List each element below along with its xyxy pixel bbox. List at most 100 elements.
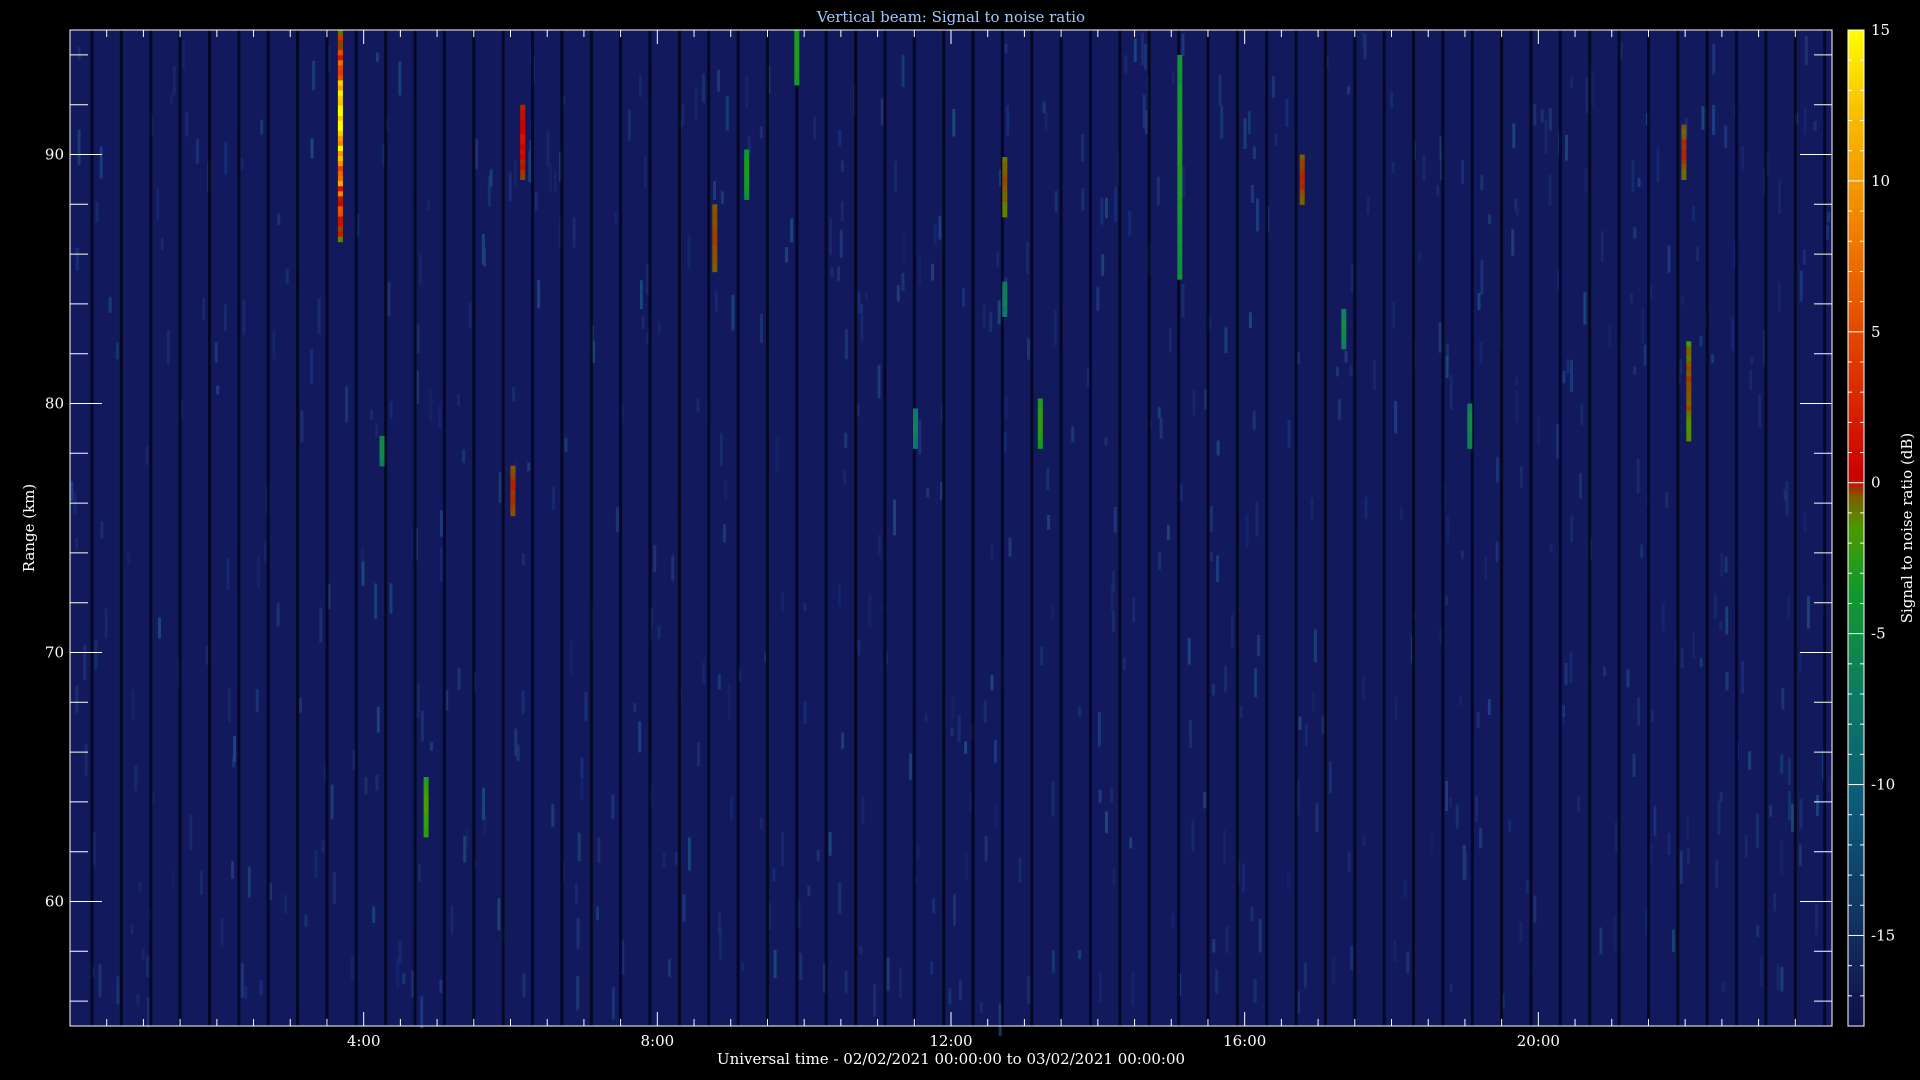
noise-streak: [1741, 661, 1744, 693]
data-gap-stripe: [648, 30, 652, 1026]
noise-streak: [1255, 501, 1259, 537]
echo-event-cell: [1037, 433, 1043, 439]
noise-streak: [584, 692, 588, 722]
echo-event-cell: [1177, 134, 1183, 141]
noise-streak: [1631, 159, 1635, 192]
noise-streak: [1203, 792, 1207, 809]
echo-event-cell: [1002, 186, 1008, 193]
data-gap-stripe: [1676, 30, 1680, 1026]
noise-streak: [202, 297, 206, 320]
noise-streak: [1828, 775, 1832, 792]
noise-streak: [697, 742, 700, 767]
noise-streak: [1637, 178, 1641, 187]
echo-event: [1002, 157, 1008, 218]
noise-streak: [1129, 837, 1133, 849]
echo-event-cell: [337, 236, 343, 243]
noise-streak: [199, 870, 203, 896]
noise-streak: [724, 479, 728, 502]
noise-streak: [1241, 863, 1245, 892]
noise-streak: [1653, 806, 1657, 837]
echo-event-cell: [337, 150, 343, 157]
echo-event-cell: [337, 191, 343, 197]
echo-event-cell: [913, 423, 918, 429]
x-tick-label: 20:00: [1517, 1032, 1560, 1050]
noise-streak: [1078, 706, 1082, 717]
data-gap-stripe: [266, 30, 270, 1026]
echo-event-cell: [423, 821, 429, 828]
noise-streak: [1717, 801, 1721, 835]
noise-streak: [1459, 695, 1463, 706]
noise-streak: [70, 481, 74, 501]
noise-streak: [1350, 263, 1354, 294]
echo-event-cell: [1177, 179, 1183, 185]
noise-streak: [860, 314, 864, 341]
noise-streak: [298, 697, 302, 714]
noise-streak: [1679, 851, 1683, 884]
echo-event-cell: [520, 139, 526, 146]
echo-event-cell: [1467, 443, 1473, 449]
noise-streak: [1224, 327, 1228, 354]
noise-streak: [255, 688, 259, 713]
noise-streak: [1081, 188, 1085, 211]
echo-event-cell: [1177, 234, 1183, 240]
noise-streak: [1372, 359, 1376, 390]
echo-event-cell: [1681, 164, 1687, 171]
echo-event-cell: [423, 777, 429, 783]
echo-event-cell: [1681, 149, 1687, 156]
echo-event-cell: [423, 806, 429, 813]
data-gap-stripe: [589, 30, 593, 1026]
noise-streak: [1773, 892, 1777, 912]
echo-event-cell: [1177, 139, 1183, 146]
noise-streak: [1827, 212, 1830, 223]
noise-streak: [662, 853, 666, 867]
echo-event-cell: [1681, 134, 1687, 141]
noise-streak: [576, 975, 580, 1011]
noise-streak: [1475, 796, 1479, 822]
echo-event-cell: [794, 69, 800, 76]
noise-streak: [894, 160, 898, 193]
data-gap-stripe: [766, 30, 769, 1026]
echo-event-cell: [1341, 343, 1347, 350]
noise-streak: [1813, 120, 1817, 132]
noise-streak: [714, 291, 718, 312]
noise-streak: [376, 706, 380, 733]
noise-streak: [1780, 754, 1784, 774]
noise-streak: [1191, 820, 1195, 852]
echo-event-cell: [913, 438, 918, 444]
noise-streak: [402, 972, 406, 984]
noise-streak: [759, 817, 763, 830]
noise-streak: [1366, 198, 1370, 215]
noise-streak: [1680, 295, 1684, 306]
noise-streak: [667, 959, 671, 977]
noise-streak: [1105, 811, 1108, 834]
noise-streak: [1390, 92, 1393, 108]
echo-event-cell: [913, 413, 918, 420]
noise-streak: [1449, 797, 1452, 807]
echo-event-cell: [1177, 124, 1183, 131]
noise-streak: [1455, 804, 1459, 829]
data-gap-stripe: [1470, 30, 1474, 1026]
noise-streak: [1418, 250, 1422, 263]
noise-streak: [138, 882, 142, 892]
noise-streak: [160, 237, 164, 250]
echo-event-cell: [337, 100, 343, 107]
echo-event-cell: [510, 470, 516, 477]
noise-streak: [1769, 804, 1773, 817]
x-tick-label: 12:00: [929, 1032, 972, 1050]
echo-event-cell: [337, 145, 343, 152]
noise-streak: [702, 662, 706, 685]
echo-event-cell: [1177, 129, 1183, 136]
echo-event-cell: [794, 54, 800, 61]
echo-event-cell: [379, 455, 385, 462]
echo-event-cell: [423, 801, 429, 808]
y-tick-label: 80: [45, 395, 64, 413]
noise-streak: [1577, 796, 1580, 812]
noise-streak: [1460, 551, 1464, 560]
noise-streak: [1636, 458, 1640, 494]
echo-event-cell: [337, 30, 343, 36]
noise-streak: [1042, 101, 1046, 114]
noise-streak: [1258, 918, 1262, 953]
noise-streak: [1131, 972, 1135, 1007]
noise-streak: [1098, 712, 1101, 747]
noise-streak: [1641, 308, 1645, 344]
